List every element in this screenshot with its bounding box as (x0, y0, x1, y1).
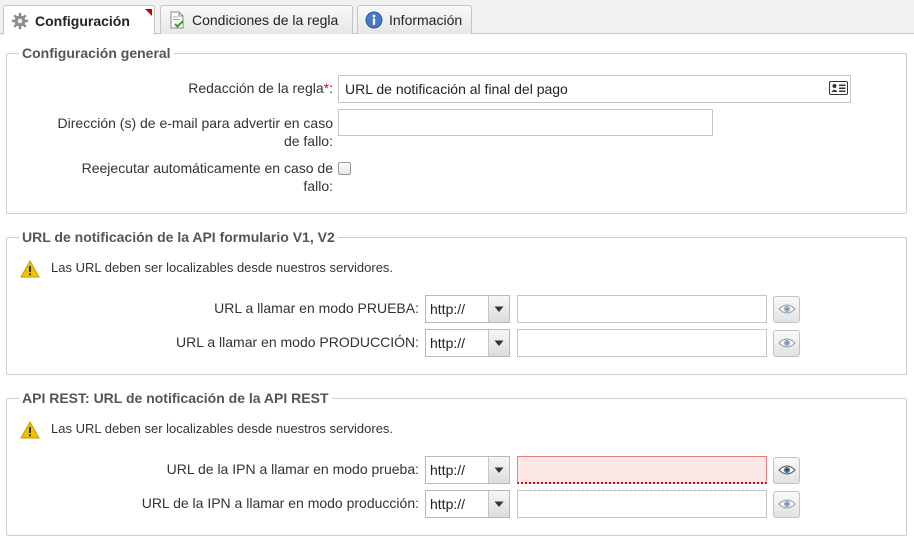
retry-checkbox[interactable] (338, 162, 351, 175)
warning-icon (20, 420, 40, 439)
prod-url-preview-button[interactable] (773, 330, 800, 357)
tab-configuracion[interactable]: Configuración (3, 5, 155, 35)
chevron-down-icon[interactable] (488, 330, 509, 356)
tab-informacion[interactable]: Información (357, 5, 472, 34)
section-legend: Configuración general (19, 45, 174, 61)
tab-bar: Configuración Condiciones de la regla In… (0, 0, 914, 35)
gear-icon (11, 12, 29, 30)
ipn-prod-url-label: URL de la IPN a llamar en modo producció… (141, 495, 419, 511)
chevron-down-icon[interactable] (488, 296, 509, 322)
section-legend: URL de notificación de la API formulario… (19, 229, 338, 245)
api-rest-section: API REST: URL de notificación de la API … (6, 390, 907, 536)
ipn-prod-url-input[interactable] (517, 490, 767, 518)
test-protocol-select[interactable]: http:// (425, 295, 510, 323)
tab-label: Información (389, 12, 463, 28)
retry-label: Reejecutar automáticamente en caso de fa… (81, 160, 333, 194)
eye-icon (777, 302, 796, 318)
prod-url-input[interactable] (517, 329, 767, 357)
tab-marker (145, 9, 152, 16)
ipn-test-url-input[interactable] (517, 456, 767, 484)
eye-icon (777, 497, 796, 513)
email-input[interactable] (338, 109, 713, 136)
ipn-test-url-preview-button[interactable] (773, 457, 800, 484)
ipn-test-protocol-select[interactable]: http:// (425, 456, 510, 484)
tab-condiciones[interactable]: Condiciones de la regla (160, 5, 353, 34)
rule-name-field[interactable] (338, 75, 851, 103)
section-legend: API REST: URL de notificación de la API … (19, 390, 332, 406)
ipn-prod-protocol-select[interactable]: http:// (425, 490, 510, 518)
test-url-preview-button[interactable] (773, 296, 800, 323)
prod-url-label: URL a llamar en modo PRODUCCIÓN: (176, 334, 419, 350)
ipn-test-url-label: URL de la IPN a llamar en modo prueba: (166, 461, 419, 477)
test-url-input[interactable] (517, 295, 767, 323)
api-form-section: URL de notificación de la API formulario… (6, 229, 907, 375)
ipn-prod-url-preview-button[interactable] (773, 491, 800, 518)
tab-label: Condiciones de la regla (192, 12, 339, 28)
warning-icon (20, 259, 40, 278)
eye-icon (777, 463, 796, 479)
tab-label: Configuración (35, 12, 130, 29)
rule-name-input[interactable] (338, 75, 851, 103)
chevron-down-icon[interactable] (488, 457, 509, 483)
warning-text: Las URL deben ser localizables desde nue… (51, 421, 394, 436)
info-icon (365, 11, 383, 29)
general-config-section: Configuración general Redacción de la re… (6, 45, 907, 214)
eye-icon (777, 336, 796, 352)
prod-protocol-select[interactable]: http:// (425, 329, 510, 357)
rule-name-label: Redacción de la regla*: (188, 80, 333, 96)
chevron-down-icon[interactable] (488, 491, 509, 517)
test-url-label: URL a llamar en modo PRUEBA: (214, 300, 419, 316)
warning-text: Las URL deben ser localizables desde nue… (51, 260, 394, 275)
document-check-icon (168, 11, 186, 29)
email-label: Dirección (s) de e-mail para advertir en… (57, 115, 333, 149)
id-card-icon[interactable] (829, 81, 848, 95)
